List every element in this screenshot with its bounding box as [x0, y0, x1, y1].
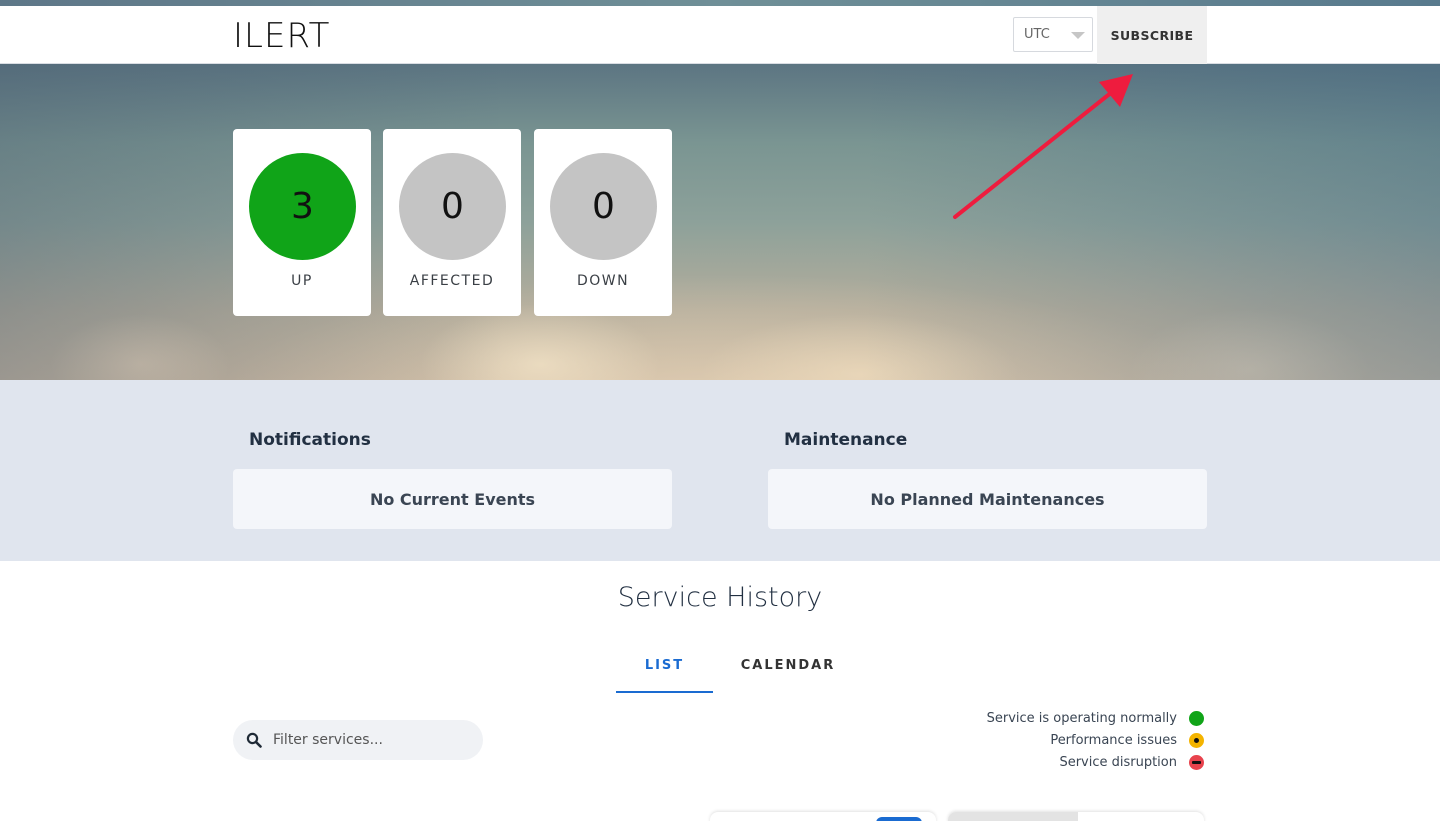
logo[interactable]: ILERT [233, 16, 330, 56]
service-history-title: Service History [617, 582, 823, 613]
timezone-value: UTC [1024, 27, 1050, 42]
affected-count-circle: 0 [399, 153, 506, 260]
tab-calendar[interactable]: CALENDAR [733, 648, 843, 693]
caret-down-icon [1071, 32, 1085, 39]
up-label: UP [291, 273, 313, 289]
maintenance-heading: Maintenance [784, 430, 908, 450]
filter-services-input[interactable] [273, 720, 473, 760]
legend-label: Service disruption [1059, 754, 1177, 770]
hero-banner: 3 UP 0 AFFECTED 0 DOWN [0, 64, 1440, 380]
down-count-circle: 0 [550, 153, 657, 260]
legend-item-performance: Performance issues [1050, 730, 1204, 750]
segmented-control-peek[interactable] [948, 812, 1204, 821]
segment-active[interactable] [948, 812, 1078, 821]
stat-card-affected: 0 AFFECTED [383, 129, 521, 316]
status-green-dot-icon [1189, 710, 1204, 726]
legend-item-disruption: Service disruption [1059, 752, 1204, 772]
page-header: ILERT UTC SUBSCRIBE [0, 6, 1440, 64]
toggle-switch[interactable] [876, 817, 922, 821]
notifications-box: No Current Events [233, 469, 672, 529]
legend-label: Service is operating normally [986, 710, 1177, 726]
timezone-select[interactable]: UTC [1013, 17, 1093, 52]
affected-label: AFFECTED [409, 273, 495, 289]
down-label: DOWN [576, 273, 630, 289]
events-section: Notifications No Current Events Maintena… [0, 380, 1440, 561]
stat-card-up: 3 UP [233, 129, 371, 316]
up-count-circle: 3 [249, 153, 356, 260]
tab-list[interactable]: LIST [616, 648, 713, 693]
status-yellow-dot-icon [1189, 732, 1204, 748]
status-red-dot-icon [1189, 754, 1204, 770]
search-icon [246, 732, 262, 748]
legend-label: Performance issues [1050, 732, 1177, 748]
subscribe-button[interactable]: SUBSCRIBE [1097, 6, 1207, 64]
legend-item-normal: Service is operating normally [987, 708, 1204, 728]
notifications-heading: Notifications [249, 430, 371, 450]
stat-card-down: 0 DOWN [534, 129, 672, 316]
annotation-arrow-icon [953, 74, 1133, 219]
maintenance-box: No Planned Maintenances [768, 469, 1207, 529]
filter-services [233, 720, 483, 760]
